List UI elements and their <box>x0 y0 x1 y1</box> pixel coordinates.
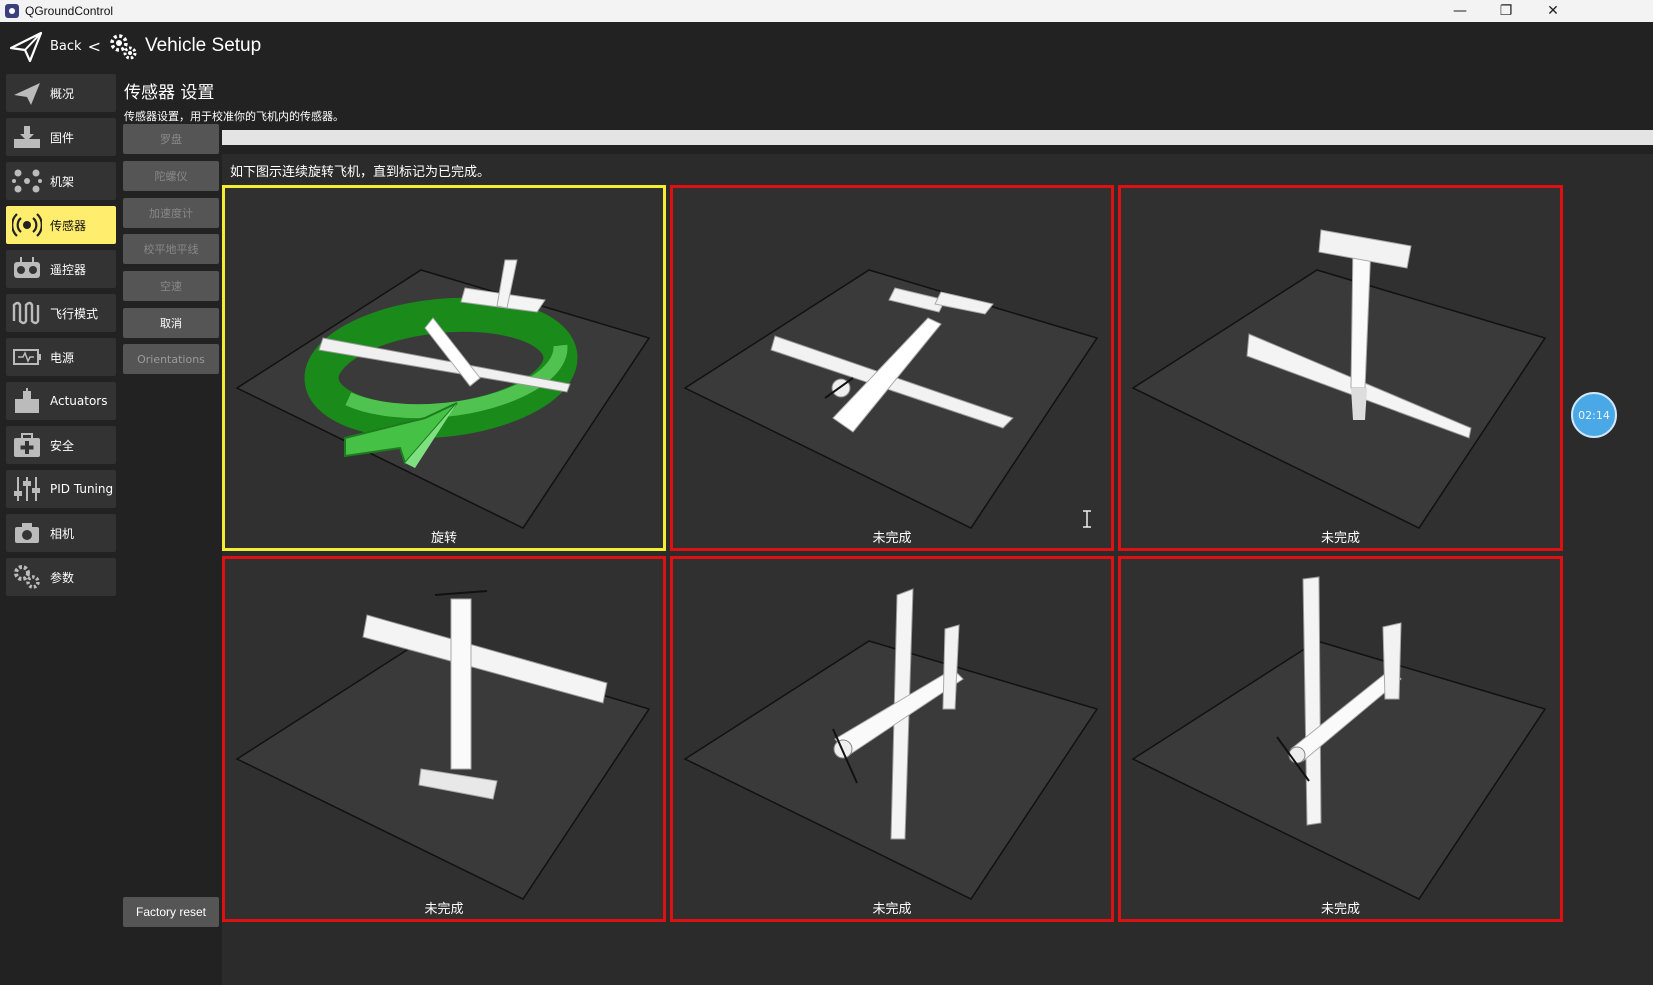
camera-icon <box>15 523 39 543</box>
calibration-panel: 如下图示连续旋转飞机，直到标记为已完成。 旋转 未完成 未完成 未完成 未完成 … <box>222 154 1653 985</box>
orientation-cell: 未完成 <box>222 556 666 922</box>
sensor-setup-main: 传感器 设置 传感器设置，用于校准你的飞机内的传感器。 罗盘 陀螺仪 加速度计 … <box>118 70 1653 985</box>
parameters-gears-icon <box>14 565 40 589</box>
level-horizon-button[interactable]: 校平地平线 <box>123 234 219 264</box>
text-cursor-icon <box>1083 510 1091 528</box>
airplane-orientation-illustration <box>235 590 651 900</box>
sidebar-item-firmware[interactable]: 固件 <box>6 118 116 156</box>
orientation-cell: 未完成 <box>670 556 1114 922</box>
actuators-icon <box>15 388 39 413</box>
sidebar-item-flight-modes[interactable]: 飞行模式 <box>6 294 116 332</box>
orientation-status: 未完成 <box>872 531 912 546</box>
airplane-orientation-illustration <box>1131 576 1547 900</box>
page-title: Vehicle Setup <box>144 35 262 56</box>
calibration-timer: 02:14 <box>1571 392 1617 438</box>
orientation-cell: 未完成 <box>1118 185 1563 551</box>
sensors-radio-icon <box>12 213 42 237</box>
orientation-cell-active: 旋转 <box>222 185 666 551</box>
firmware-download-icon <box>14 126 40 148</box>
orientation-status: 旋转 <box>430 531 457 546</box>
os-title-bar: QGroundControl — ❐ ✕ <box>0 0 1653 22</box>
restore-button[interactable]: ❐ <box>1483 0 1529 22</box>
sidebar-item-airframe[interactable]: 机架 <box>6 162 116 200</box>
airplane-orientation-illustration <box>1131 229 1547 529</box>
orientation-cell: 未完成 <box>670 185 1114 551</box>
accelerometer-button[interactable]: 加速度计 <box>123 198 219 228</box>
calibration-progress-bar <box>222 130 1653 145</box>
power-battery-icon <box>13 349 41 365</box>
close-button[interactable]: ✕ <box>1530 0 1576 22</box>
app-toolbar: Back < Vehicle Setup <box>0 22 1653 70</box>
sidebar-item-parameters[interactable]: 参数 <box>6 558 116 596</box>
gyroscope-button[interactable]: 陀螺仪 <box>123 161 219 191</box>
safety-medkit-icon <box>14 433 40 457</box>
orientation-status: 未完成 <box>1320 902 1360 917</box>
orientation-status: 未完成 <box>424 902 464 917</box>
paper-plane-back-icon[interactable] <box>8 28 44 64</box>
airframe-dots-icon <box>12 169 42 193</box>
compass-button[interactable]: 罗盘 <box>123 124 219 154</box>
sidebar-item-summary[interactable]: 概况 <box>6 74 116 112</box>
orientation-cell: 未完成 <box>1118 556 1563 922</box>
setup-sidebar: 概况 固件 机架 传感器 遥控器 飞行模式 电源 Actuators 安全 PI… <box>0 70 118 985</box>
back-button[interactable]: Back <box>50 39 82 54</box>
sidebar-item-radio[interactable]: 遥控器 <box>6 250 116 288</box>
orientation-status: 未完成 <box>1320 531 1360 546</box>
progress-fill <box>222 130 1653 145</box>
airplane-orientation-illustration <box>683 269 1099 529</box>
sidebar-item-safety[interactable]: 安全 <box>6 426 116 464</box>
gear-icon <box>110 34 137 60</box>
sensor-setup-description: 传感器设置，用于校准你的飞机内的传感器。 <box>124 110 344 123</box>
flight-modes-wave-icon <box>12 301 40 325</box>
sidebar-item-actuators[interactable]: Actuators <box>6 382 116 420</box>
cancel-button[interactable]: 取消 <box>123 308 219 338</box>
minimize-button[interactable]: — <box>1437 0 1483 22</box>
factory-reset-button[interactable]: Factory reset <box>123 897 219 927</box>
qgc-app-icon <box>5 4 19 18</box>
orientations-button[interactable]: Orientations <box>123 344 219 374</box>
breadcrumb-separator: < <box>87 36 101 56</box>
rotate-airplane-illustration <box>235 259 651 529</box>
paper-plane-icon <box>14 83 40 105</box>
sidebar-item-sensors[interactable]: 传感器 <box>6 206 116 244</box>
sidebar-item-pid-tuning[interactable]: PID Tuning <box>6 470 116 508</box>
sidebar-item-camera[interactable]: 相机 <box>6 514 116 552</box>
sidebar-item-power[interactable]: 电源 <box>6 338 116 376</box>
airspeed-button[interactable]: 空速 <box>123 271 219 301</box>
orientation-status: 未完成 <box>872 902 912 917</box>
calibration-instruction: 如下图示连续旋转飞机，直到标记为已完成。 <box>230 165 491 180</box>
pid-sliders-icon <box>14 477 40 501</box>
window-title: QGroundControl <box>25 4 114 18</box>
qgc-window: { "window": {"title": "QGroundControl"},… <box>0 0 1653 985</box>
airplane-orientation-illustration <box>683 588 1099 900</box>
radio-controller-icon <box>14 257 40 278</box>
sensor-setup-heading: 传感器 设置 <box>124 83 215 103</box>
